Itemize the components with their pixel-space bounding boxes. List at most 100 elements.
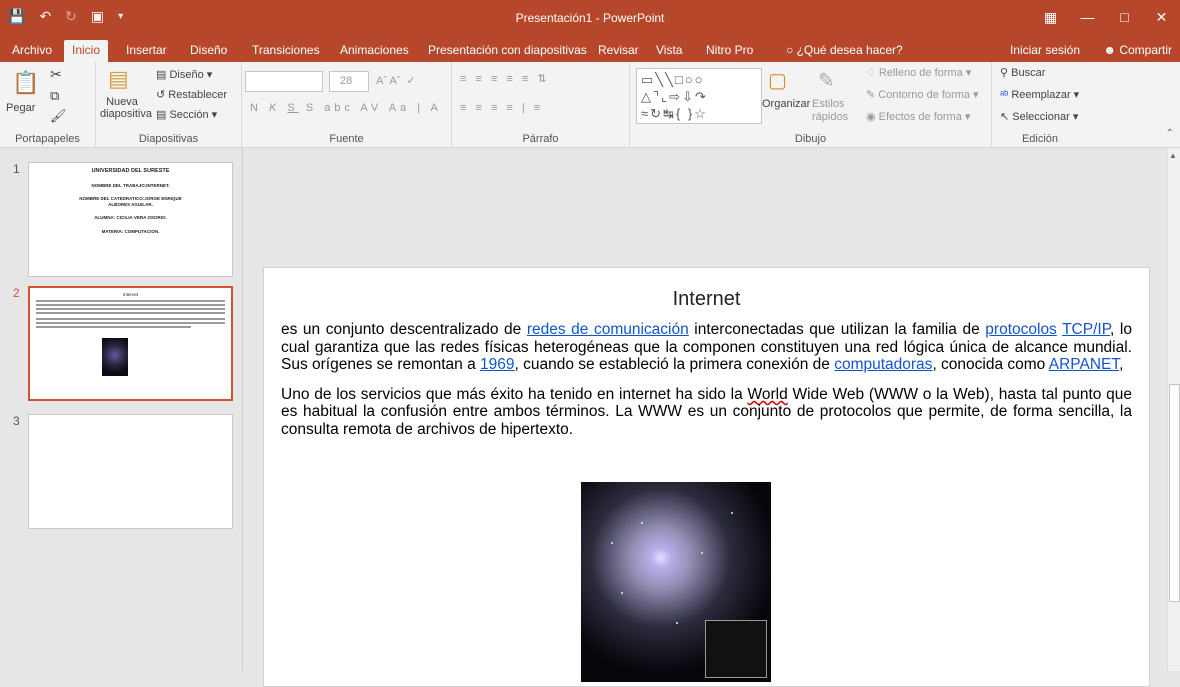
maximize-icon[interactable]: □: [1106, 0, 1143, 38]
slide-thumbnail-pane: 1 UNIVERSIDAD DEL SURESTE NOMBRE DEL TRA…: [0, 148, 243, 671]
thumb-text-line: [36, 300, 225, 302]
hyperlink-1969[interactable]: 1969: [480, 356, 514, 373]
tab-revisar[interactable]: Revisar: [590, 40, 647, 62]
thumb-title: Internet: [122, 292, 139, 297]
paragraph-1: es un conjunto descentralizado de redes …: [281, 321, 1132, 374]
hyperlink-computadoras[interactable]: computadoras: [834, 356, 932, 373]
shape-fill-label: Relleno de forma: [878, 67, 963, 79]
slide-title[interactable]: Internet: [264, 288, 1149, 311]
text-run: es un conjunto descentralizado de: [281, 321, 527, 338]
tab-diseno[interactable]: Diseño: [182, 40, 235, 62]
group-label-drawing: Dibujo: [794, 133, 827, 145]
section-button[interactable]: ▤ Sección ▾: [156, 108, 217, 121]
text-run: , conocida como: [932, 356, 1049, 374]
shape-fill-button[interactable]: ♢ Relleno de forma ▾: [866, 66, 971, 79]
find-button[interactable]: ⚲ Buscar: [1000, 66, 1045, 79]
scrollbar-thumb[interactable]: [1169, 384, 1180, 602]
share-button[interactable]: ☻ Compartir: [1103, 40, 1172, 60]
group-label-paragraph: Párrafo: [522, 133, 559, 145]
thumb-line: UNIVERSIDAD DEL SURESTE: [91, 168, 170, 174]
quick-styles-button[interactable]: Estilos rápidos: [812, 98, 858, 124]
ribbon-display-options-icon[interactable]: ▦: [1032, 0, 1069, 38]
new-slide-button[interactable]: Nueva diapositiva: [100, 96, 152, 120]
shape-effects-label: Efectos de forma: [878, 111, 962, 123]
hyperlink-protocolos[interactable]: protocolos: [985, 321, 1057, 338]
quick-styles-icon[interactable]: ✎: [818, 68, 835, 93]
slide-editing-area: Internet es un conjunto descentralizado …: [243, 148, 1167, 687]
shape-outline-button[interactable]: ✎ Contorno de forma ▾: [866, 88, 979, 101]
paste-icon[interactable]: 📋: [12, 70, 39, 96]
group-clipboard: 📋 Pegar ✂ ⧉ 🖌 Portapapeles: [0, 62, 96, 148]
slide-thumbnail-2[interactable]: Internet: [28, 286, 233, 401]
effects-icon: ◉: [866, 111, 879, 123]
tab-presentacion[interactable]: Presentación con diapositivas: [420, 40, 595, 62]
scroll-up-icon[interactable]: ▲: [1169, 151, 1177, 160]
slide-number: 2: [13, 286, 20, 300]
vertical-scrollbar[interactable]: ▲: [1167, 148, 1180, 671]
copy-icon[interactable]: ⧉: [50, 88, 59, 104]
slide-thumbnail-3[interactable]: [28, 414, 233, 529]
layout-button[interactable]: ▤ Diseño ▾: [156, 68, 212, 81]
reset-button[interactable]: ↺ Restablecer: [156, 88, 227, 101]
tab-inicio[interactable]: Inicio: [64, 40, 109, 62]
font-grow-shrink-icons[interactable]: Aˆ Aˇ ✓: [376, 74, 416, 87]
replace-button[interactable]: ᵃᵇ Reemplazar ▾: [1000, 88, 1079, 101]
ribbon: 📋 Pegar ✂ ⧉ 🖌 Portapapeles ▤ Nueva diapo…: [0, 62, 1180, 148]
font-size-input[interactable]: 28: [329, 71, 369, 92]
ribbon-tabs: Archivo Inicio Insertar Diseño Transicio…: [0, 38, 1180, 62]
thumb-image: [102, 338, 128, 376]
font-format-icons[interactable]: N K S S abc AV Aa | A: [250, 102, 442, 114]
tell-me-label: ¿Qué desea hacer?: [796, 43, 903, 57]
arrange-button[interactable]: Organizar: [762, 98, 810, 110]
pencil-icon: ✎: [866, 89, 879, 101]
slide-thumbnail-1[interactable]: UNIVERSIDAD DEL SURESTE NOMBRE DEL TRABA…: [28, 162, 233, 277]
thumb-text-line: [36, 308, 225, 310]
slide-number: 1: [13, 162, 20, 176]
close-icon[interactable]: ✕: [1143, 0, 1180, 38]
paragraph-2: Uno de los servicios que más éxito ha te…: [281, 386, 1132, 439]
thumb-line: MATERIA: COMPUTACION.: [101, 229, 160, 234]
collapse-ribbon-icon[interactable]: ⌃: [1166, 128, 1174, 139]
slide-number: 3: [13, 414, 20, 428]
hyperlink-redes[interactable]: redes de comunicación: [527, 321, 689, 338]
cut-icon[interactable]: ✂: [50, 66, 62, 83]
minimize-icon[interactable]: —: [1069, 0, 1106, 38]
tab-archivo[interactable]: Archivo: [4, 40, 60, 62]
slide-body-text[interactable]: es un conjunto descentralizado de redes …: [281, 321, 1132, 451]
text-run: interconectadas que utilizan la familia …: [688, 321, 986, 338]
tab-transiciones[interactable]: Transiciones: [244, 40, 328, 62]
group-label-clipboard: Portapapeles: [15, 133, 80, 145]
text-run: , cuando se estableció la primera conexi…: [514, 356, 835, 374]
shapes-gallery[interactable]: ▭╲╲□○○ △⌝⌞⇨⇩↷ ≈↻↹{ }☆: [636, 68, 762, 124]
tab-insertar[interactable]: Insertar: [118, 40, 175, 62]
new-slide-icon[interactable]: ▤: [108, 66, 129, 92]
image-inset: [705, 620, 767, 678]
spellcheck-word: World: [747, 385, 788, 403]
hyperlink-arpanet[interactable]: ARPANET: [1049, 356, 1119, 373]
arrange-icon[interactable]: ▢: [768, 68, 787, 93]
list-indent-icons[interactable]: ≡ ≡ ≡ ≡ ≡ ⇅: [460, 72, 550, 85]
current-slide[interactable]: Internet es un conjunto descentralizado …: [263, 267, 1150, 687]
thumb-line: ALUMNA: CICILIA VERA OSORIO.: [94, 215, 167, 220]
paste-button[interactable]: Pegar: [6, 102, 35, 114]
replace-label: Reemplazar: [1011, 89, 1071, 101]
replace-icon: ᵃᵇ: [1000, 89, 1012, 101]
hyperlink-tcpip[interactable]: TCP/IP: [1062, 321, 1110, 338]
signin-link[interactable]: Iniciar sesión: [1010, 40, 1080, 60]
paint-bucket-icon: ♢: [866, 67, 879, 79]
layout-icon: ▤: [156, 69, 170, 81]
thumb-line: ALBORES AGUILAR.: [108, 202, 153, 207]
text-run: ,: [1119, 356, 1124, 374]
tab-animaciones[interactable]: Animaciones: [332, 40, 417, 62]
tab-nitro-pro[interactable]: Nitro Pro: [698, 40, 761, 62]
format-painter-icon[interactable]: 🖌: [50, 108, 67, 124]
tell-me-search[interactable]: ○ ¿Qué desea hacer?: [778, 40, 911, 62]
shape-effects-button[interactable]: ◉ Efectos de forma ▾: [866, 110, 970, 123]
group-label-slides: Diapositivas: [138, 133, 199, 145]
shape-outline-label: Contorno de forma: [878, 89, 970, 101]
alignment-icons[interactable]: ≡ ≡ ≡ ≡ | ≡: [460, 102, 543, 114]
tab-vista[interactable]: Vista: [648, 40, 690, 62]
select-button[interactable]: ↖ Seleccionar ▾: [1000, 110, 1078, 123]
font-name-input[interactable]: [245, 71, 323, 92]
internet-map-image[interactable]: [581, 482, 771, 682]
